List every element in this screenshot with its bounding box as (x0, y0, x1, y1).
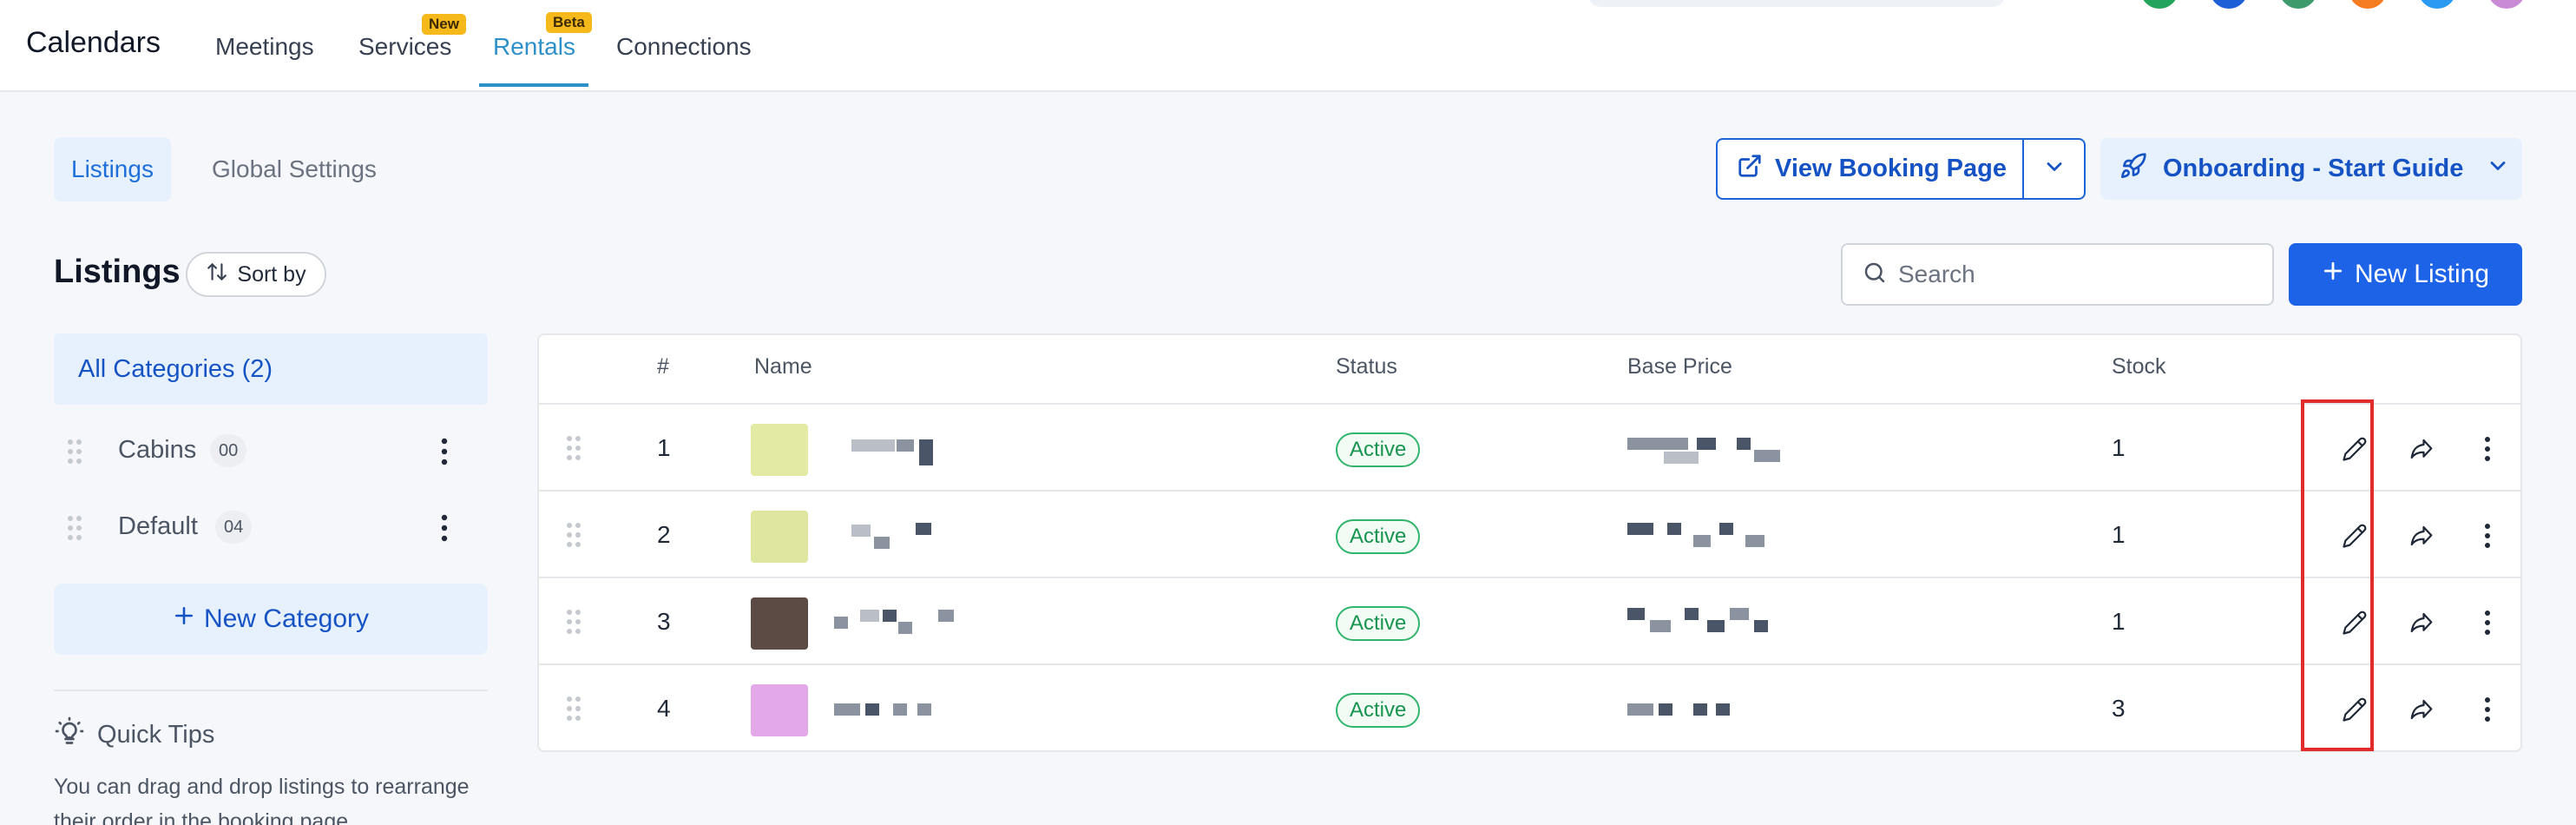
page-title: Listings (54, 254, 181, 290)
new-category-button[interactable]: New Category (54, 584, 488, 655)
new-badge: New (422, 14, 466, 35)
view-booking-page-group: View Booking Page (1716, 138, 2086, 200)
tab-rentals[interactable]: Rentals (493, 33, 575, 61)
active-tab-indicator (479, 83, 588, 87)
share-button[interactable] (2402, 429, 2441, 469)
category-all[interactable]: All Categories (2) (54, 333, 488, 405)
row-menu-button[interactable] (2468, 516, 2507, 556)
stock-value: 1 (2112, 434, 2126, 461)
quick-tips-text: You can drag and drop listings to rearra… (54, 775, 470, 825)
lightbulb-icon (54, 716, 85, 754)
sort-by-button[interactable]: Sort by (186, 252, 326, 297)
drag-handle-icon[interactable] (565, 434, 582, 466)
app-title: Calendars (26, 26, 161, 59)
table-row[interactable]: 4 Active 3 (539, 665, 2520, 750)
global-search-input[interactable] (1588, 0, 2005, 7)
beta-badge: Beta (546, 12, 592, 33)
avatar[interactable] (2140, 0, 2178, 9)
category-count-badge: 00 (210, 434, 247, 467)
category-item-cabins[interactable]: Cabins 00 (54, 420, 488, 481)
search-icon (1862, 260, 1888, 290)
new-listing-label: New Listing (2354, 260, 2490, 288)
stock-value: 1 (2112, 521, 2126, 548)
category-menu-button[interactable] (422, 432, 467, 471)
category-label: Cabins (118, 436, 197, 464)
status-badge: Active (1336, 693, 1421, 728)
subtab-global-settings[interactable]: Global Settings (194, 137, 394, 201)
tab-services[interactable]: Services (358, 33, 451, 61)
quick-tips-heading: Quick Tips (54, 716, 214, 754)
tab-meetings[interactable]: Meetings (215, 33, 314, 61)
stock-value: 3 (2112, 695, 2126, 722)
category-menu-button[interactable] (422, 509, 467, 547)
subtab-listings[interactable]: Listings (54, 137, 171, 201)
sort-icon (206, 261, 228, 289)
share-button[interactable] (2402, 690, 2441, 729)
drag-handle-icon[interactable] (565, 608, 582, 640)
divider (54, 690, 488, 691)
row-number: 1 (657, 434, 671, 461)
search-field[interactable] (1841, 243, 2274, 306)
listing-thumbnail (751, 684, 808, 736)
new-category-label: New Category (203, 604, 370, 633)
avatar[interactable] (2418, 0, 2456, 9)
column-header-base-price[interactable]: Base Price (1627, 354, 1732, 380)
avatar[interactable] (2349, 0, 2387, 9)
edit-button[interactable] (2335, 603, 2375, 643)
row-menu-button[interactable] (2468, 429, 2507, 469)
quick-tips-title: Quick Tips (97, 720, 215, 749)
avatar[interactable] (2210, 0, 2248, 9)
external-link-icon (1737, 153, 1763, 186)
sort-by-label: Sort by (237, 261, 306, 287)
listing-thumbnail (751, 511, 808, 563)
status-badge: Active (1336, 519, 1421, 554)
edit-button[interactable] (2335, 429, 2375, 469)
search-input[interactable] (1898, 261, 2245, 288)
new-listing-button[interactable]: New Listing (2289, 243, 2522, 306)
drag-handle-icon[interactable] (565, 695, 582, 727)
row-number: 3 (657, 608, 671, 635)
category-item-default[interactable]: Default 04 (54, 497, 488, 558)
table-row[interactable]: 3 Active 1 (539, 578, 2520, 665)
view-booking-page-label: View Booking Page (1775, 155, 2007, 182)
status-badge: Active (1336, 432, 1421, 467)
plus-icon (2322, 260, 2344, 289)
listing-thumbnail (751, 424, 808, 476)
category-label: Default (118, 512, 198, 540)
share-button[interactable] (2402, 516, 2441, 556)
view-booking-page-button[interactable]: View Booking Page (1718, 140, 2022, 198)
row-menu-button[interactable] (2468, 603, 2507, 643)
listing-thumbnail (751, 597, 808, 650)
column-header-status[interactable]: Status (1336, 354, 1397, 380)
tab-connections[interactable]: Connections (616, 33, 752, 61)
rocket-icon (2119, 152, 2147, 187)
plus-icon (173, 604, 195, 634)
table-row[interactable]: 2 Active 1 (539, 492, 2520, 578)
category-count-badge: 04 (215, 511, 253, 544)
avatar[interactable] (2487, 0, 2526, 9)
top-navigation-bar: Calendars Meetings Services New Rentals … (0, 0, 2576, 92)
drag-handle-icon[interactable] (66, 514, 83, 546)
drag-handle-icon[interactable] (565, 521, 582, 553)
row-menu-button[interactable] (2468, 690, 2507, 729)
status-badge: Active (1336, 606, 1421, 641)
column-header-stock[interactable]: Stock (2112, 354, 2166, 380)
edit-button[interactable] (2335, 516, 2375, 556)
onboarding-guide-button[interactable]: Onboarding - Start Guide (2100, 138, 2522, 200)
share-button[interactable] (2402, 603, 2441, 643)
onboarding-label: Onboarding - Start Guide (2163, 155, 2464, 182)
row-number: 4 (657, 695, 671, 722)
row-number: 2 (657, 521, 671, 548)
column-header-number: # (657, 354, 669, 379)
stock-value: 1 (2112, 608, 2126, 635)
view-booking-dropdown-button[interactable] (2024, 140, 2084, 198)
drag-handle-icon[interactable] (66, 438, 83, 470)
chevron-down-icon (2042, 155, 2067, 183)
avatar[interactable] (2279, 0, 2317, 9)
column-header-name[interactable]: Name (754, 354, 812, 380)
chevron-down-icon (2486, 154, 2510, 185)
table-row[interactable]: 1 Active 1 (539, 405, 2520, 492)
listings-table: # Name Status Base Price Stock 1 Active … (537, 333, 2522, 752)
edit-button[interactable] (2335, 690, 2375, 729)
